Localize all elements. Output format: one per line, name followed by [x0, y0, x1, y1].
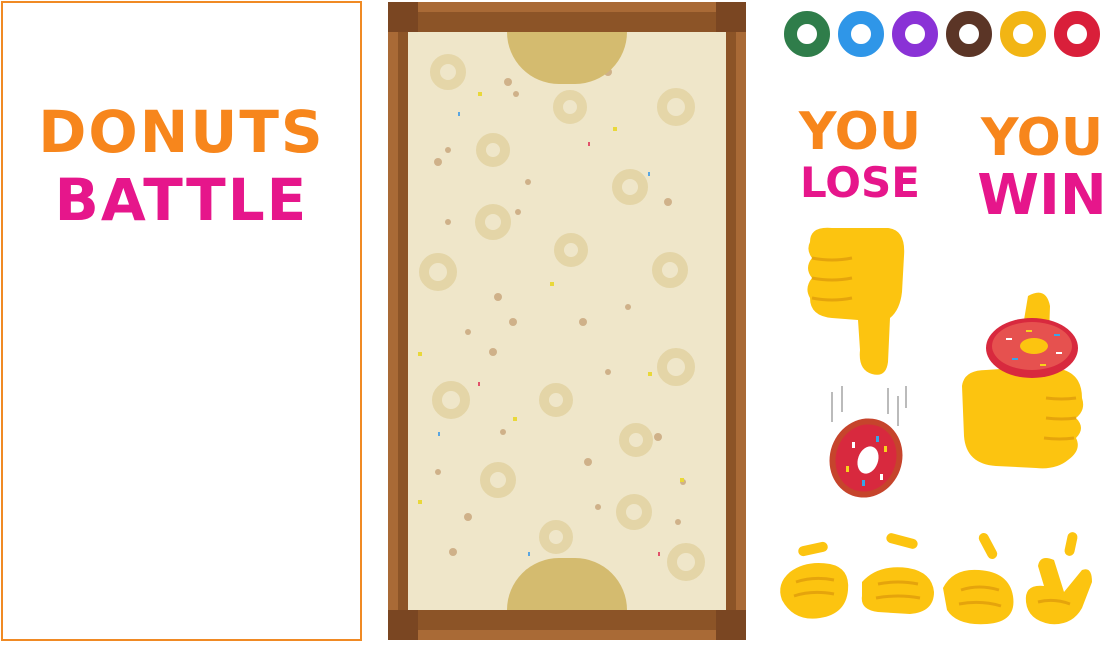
donut-hole: [856, 29, 866, 39]
hand-rock-icon: [780, 541, 849, 619]
thumbs-down-icon: [807, 227, 905, 375]
title-line-1: DONUTS: [38, 98, 325, 166]
donut-hole: [1072, 29, 1082, 39]
result-you-win: YOU WIN: [975, 112, 1109, 224]
field-texture: [418, 54, 705, 581]
blue-checkered-donut-icon[interactable]: [838, 11, 884, 57]
board-corner: [388, 2, 418, 32]
board-corner: [388, 610, 418, 640]
result-lose-line-2: LOSE: [800, 158, 920, 207]
donut-hole: [910, 29, 920, 39]
chocolate-sprinkle-donut-icon[interactable]: [946, 11, 992, 57]
red-donut-icon[interactable]: [1054, 11, 1100, 57]
board-corner: [716, 610, 746, 640]
result-win-line-2: WIN: [977, 163, 1107, 228]
board-corner: [716, 2, 746, 32]
title-card: DONUTS BATTLE: [1, 1, 362, 641]
donut-hole: [1018, 29, 1028, 39]
thumbs-up-donut-icon: [962, 292, 1084, 469]
donut-hole: [802, 29, 812, 39]
result-you-lose: YOU LOSE: [790, 106, 930, 204]
hand-victory-icon: [1025, 532, 1092, 625]
playing-field[interactable]: [408, 32, 726, 610]
hand-spread-icon: [943, 533, 1014, 625]
yellow-donut-icon[interactable]: [1000, 11, 1046, 57]
green-donut-icon[interactable]: [784, 11, 830, 57]
game-board: [388, 2, 746, 640]
falling-donut-icon: [829, 386, 907, 498]
title-line-2: BATTLE: [54, 166, 309, 234]
result-lose-line-1: YOU: [798, 102, 922, 162]
hand-paper-icon: [861, 533, 934, 614]
donut-hole: [964, 29, 974, 39]
purple-donut-icon[interactable]: [892, 11, 938, 57]
donut-selector: [784, 11, 1109, 59]
result-win-line-1: YOU: [980, 108, 1104, 168]
